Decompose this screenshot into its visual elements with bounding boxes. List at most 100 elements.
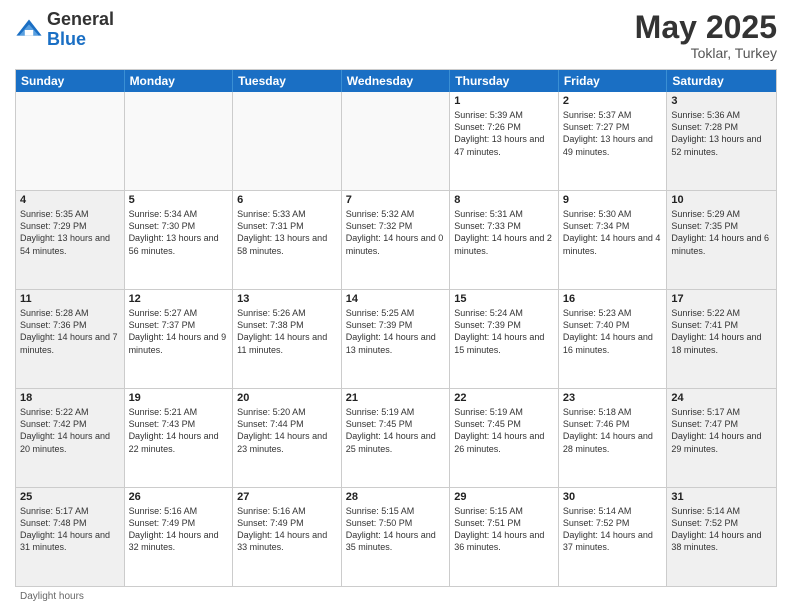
day-info: Sunrise: 5:27 AMSunset: 7:37 PMDaylight:… <box>129 307 229 356</box>
day-info: Sunrise: 5:16 AMSunset: 7:49 PMDaylight:… <box>237 505 337 554</box>
day-number: 19 <box>129 392 229 404</box>
calendar-cell: 1 Sunrise: 5:39 AMSunset: 7:26 PMDaylight… <box>450 92 559 190</box>
calendar-cell: 14 Sunrise: 5:25 AMSunset: 7:39 PMDayligh… <box>342 290 451 388</box>
day-info: Sunrise: 5:22 AMSunset: 7:42 PMDaylight:… <box>20 406 120 455</box>
day-number: 29 <box>454 491 554 503</box>
day-number: 27 <box>237 491 337 503</box>
day-number: 21 <box>346 392 446 404</box>
calendar-cell: 31 Sunrise: 5:14 AMSunset: 7:52 PMDayligh… <box>667 488 776 586</box>
day-number: 1 <box>454 95 554 107</box>
calendar-cell: 28Sunrise: 5:15 AMSunset: 7:50 PMDayligh… <box>342 488 451 586</box>
day-info: Sunrise: 5:22 AMSunset: 7:41 PMDaylight:… <box>671 307 772 356</box>
calendar-cell: 13 Sunrise: 5:26 AMSunset: 7:38 PMDayligh… <box>233 290 342 388</box>
day-number: 28 <box>346 491 446 503</box>
calendar-cell: 24 Sunrise: 5:17 AMSunset: 7:47 PMDayligh… <box>667 389 776 487</box>
day-number: 31 <box>671 491 772 503</box>
calendar-cell: 30Sunrise: 5:14 AMSunset: 7:52 PMDayligh… <box>559 488 668 586</box>
calendar-cell: 18 Sunrise: 5:22 AMSunset: 7:42 PMDayligh… <box>16 389 125 487</box>
calendar-week-row: 11 Sunrise: 5:28 AMSunset: 7:36 PMDayligh… <box>16 290 776 389</box>
calendar: SundayMondayTuesdayWednesdayThursdayFrid… <box>15 69 777 587</box>
day-of-week-header: Tuesday <box>233 70 342 92</box>
calendar-cell: 2 Sunrise: 5:37 AMSunset: 7:27 PMDaylight… <box>559 92 668 190</box>
day-info: Sunrise: 5:16 AMSunset: 7:49 PMDaylight:… <box>129 505 229 554</box>
calendar-cell: 8Sunrise: 5:31 AMSunset: 7:33 PMDaylight… <box>450 191 559 289</box>
day-info: Sunrise: 5:23 AMSunset: 7:40 PMDaylight:… <box>563 307 663 356</box>
calendar-body: 1 Sunrise: 5:39 AMSunset: 7:26 PMDaylight… <box>16 92 776 586</box>
calendar-cell: 29 Sunrise: 5:15 AMSunset: 7:51 PMDayligh… <box>450 488 559 586</box>
calendar-header-row: SundayMondayTuesdayWednesdayThursdayFrid… <box>16 70 776 92</box>
logo-blue-text: Blue <box>47 30 114 50</box>
calendar-cell: 9 Sunrise: 5:30 AMSunset: 7:34 PMDaylight… <box>559 191 668 289</box>
day-number: 22 <box>454 392 554 404</box>
day-number: 14 <box>346 293 446 305</box>
calendar-week-row: 25 Sunrise: 5:17 AMSunset: 7:48 PMDayligh… <box>16 488 776 586</box>
calendar-cell: 6 Sunrise: 5:33 AMSunset: 7:31 PMDaylight… <box>233 191 342 289</box>
day-of-week-header: Saturday <box>667 70 776 92</box>
day-info: Sunrise: 5:34 AMSunset: 7:30 PMDaylight:… <box>129 208 229 257</box>
day-info: Sunrise: 5:36 AMSunset: 7:28 PMDaylight:… <box>671 109 772 158</box>
calendar-week-row: 4 Sunrise: 5:35 AMSunset: 7:29 PMDaylight… <box>16 191 776 290</box>
day-info: Sunrise: 5:29 AMSunset: 7:35 PMDaylight:… <box>671 208 772 257</box>
day-of-week-header: Friday <box>559 70 668 92</box>
day-number: 7 <box>346 194 446 206</box>
month-title: May 2025 <box>635 10 777 45</box>
title-block: May 2025 Toklar, Turkey <box>635 10 777 61</box>
day-number: 23 <box>563 392 663 404</box>
day-number: 10 <box>671 194 772 206</box>
calendar-cell <box>125 92 234 190</box>
logo-text: General Blue <box>47 10 114 50</box>
day-info: Sunrise: 5:24 AMSunset: 7:39 PMDaylight:… <box>454 307 554 356</box>
day-number: 25 <box>20 491 120 503</box>
day-number: 6 <box>237 194 337 206</box>
logo-general-text: General <box>47 10 114 30</box>
day-info: Sunrise: 5:20 AMSunset: 7:44 PMDaylight:… <box>237 406 337 455</box>
calendar-cell <box>16 92 125 190</box>
calendar-cell: 12Sunrise: 5:27 AMSunset: 7:37 PMDayligh… <box>125 290 234 388</box>
day-number: 20 <box>237 392 337 404</box>
day-info: Sunrise: 5:37 AMSunset: 7:27 PMDaylight:… <box>563 109 663 158</box>
day-info: Sunrise: 5:30 AMSunset: 7:34 PMDaylight:… <box>563 208 663 257</box>
calendar-cell: 3 Sunrise: 5:36 AMSunset: 7:28 PMDaylight… <box>667 92 776 190</box>
day-info: Sunrise: 5:39 AMSunset: 7:26 PMDaylight:… <box>454 109 554 158</box>
day-number: 3 <box>671 95 772 107</box>
calendar-cell: 26Sunrise: 5:16 AMSunset: 7:49 PMDayligh… <box>125 488 234 586</box>
day-info: Sunrise: 5:15 AMSunset: 7:51 PMDaylight:… <box>454 505 554 554</box>
day-info: Sunrise: 5:32 AMSunset: 7:32 PMDaylight:… <box>346 208 446 257</box>
day-info: Sunrise: 5:35 AMSunset: 7:29 PMDaylight:… <box>20 208 120 257</box>
day-info: Sunrise: 5:25 AMSunset: 7:39 PMDaylight:… <box>346 307 446 356</box>
location: Toklar, Turkey <box>635 45 777 61</box>
day-number: 13 <box>237 293 337 305</box>
day-number: 4 <box>20 194 120 206</box>
calendar-cell: 22Sunrise: 5:19 AMSunset: 7:45 PMDayligh… <box>450 389 559 487</box>
day-info: Sunrise: 5:14 AMSunset: 7:52 PMDaylight:… <box>671 505 772 554</box>
day-info: Sunrise: 5:19 AMSunset: 7:45 PMDaylight:… <box>346 406 446 455</box>
calendar-cell <box>342 92 451 190</box>
day-info: Sunrise: 5:18 AMSunset: 7:46 PMDaylight:… <box>563 406 663 455</box>
calendar-cell: 5 Sunrise: 5:34 AMSunset: 7:30 PMDaylight… <box>125 191 234 289</box>
day-of-week-header: Thursday <box>450 70 559 92</box>
calendar-cell: 20 Sunrise: 5:20 AMSunset: 7:44 PMDayligh… <box>233 389 342 487</box>
day-info: Sunrise: 5:28 AMSunset: 7:36 PMDaylight:… <box>20 307 120 356</box>
day-number: 2 <box>563 95 663 107</box>
day-info: Sunrise: 5:26 AMSunset: 7:38 PMDaylight:… <box>237 307 337 356</box>
day-info: Sunrise: 5:21 AMSunset: 7:43 PMDaylight:… <box>129 406 229 455</box>
calendar-cell: 21 Sunrise: 5:19 AMSunset: 7:45 PMDayligh… <box>342 389 451 487</box>
calendar-cell: 10 Sunrise: 5:29 AMSunset: 7:35 PMDayligh… <box>667 191 776 289</box>
daylight-label: Daylight hours <box>20 591 84 602</box>
calendar-cell: 25 Sunrise: 5:17 AMSunset: 7:48 PMDayligh… <box>16 488 125 586</box>
day-info: Sunrise: 5:33 AMSunset: 7:31 PMDaylight:… <box>237 208 337 257</box>
day-number: 11 <box>20 293 120 305</box>
day-number: 5 <box>129 194 229 206</box>
day-number: 9 <box>563 194 663 206</box>
day-number: 24 <box>671 392 772 404</box>
day-of-week-header: Sunday <box>16 70 125 92</box>
day-number: 18 <box>20 392 120 404</box>
calendar-cell: 23 Sunrise: 5:18 AMSunset: 7:46 PMDayligh… <box>559 389 668 487</box>
day-number: 30 <box>563 491 663 503</box>
day-info: Sunrise: 5:17 AMSunset: 7:48 PMDaylight:… <box>20 505 120 554</box>
calendar-week-row: 1 Sunrise: 5:39 AMSunset: 7:26 PMDaylight… <box>16 92 776 191</box>
day-info: Sunrise: 5:17 AMSunset: 7:47 PMDaylight:… <box>671 406 772 455</box>
calendar-cell: 7 Sunrise: 5:32 AMSunset: 7:32 PMDaylight… <box>342 191 451 289</box>
day-number: 8 <box>454 194 554 206</box>
calendar-cell <box>233 92 342 190</box>
